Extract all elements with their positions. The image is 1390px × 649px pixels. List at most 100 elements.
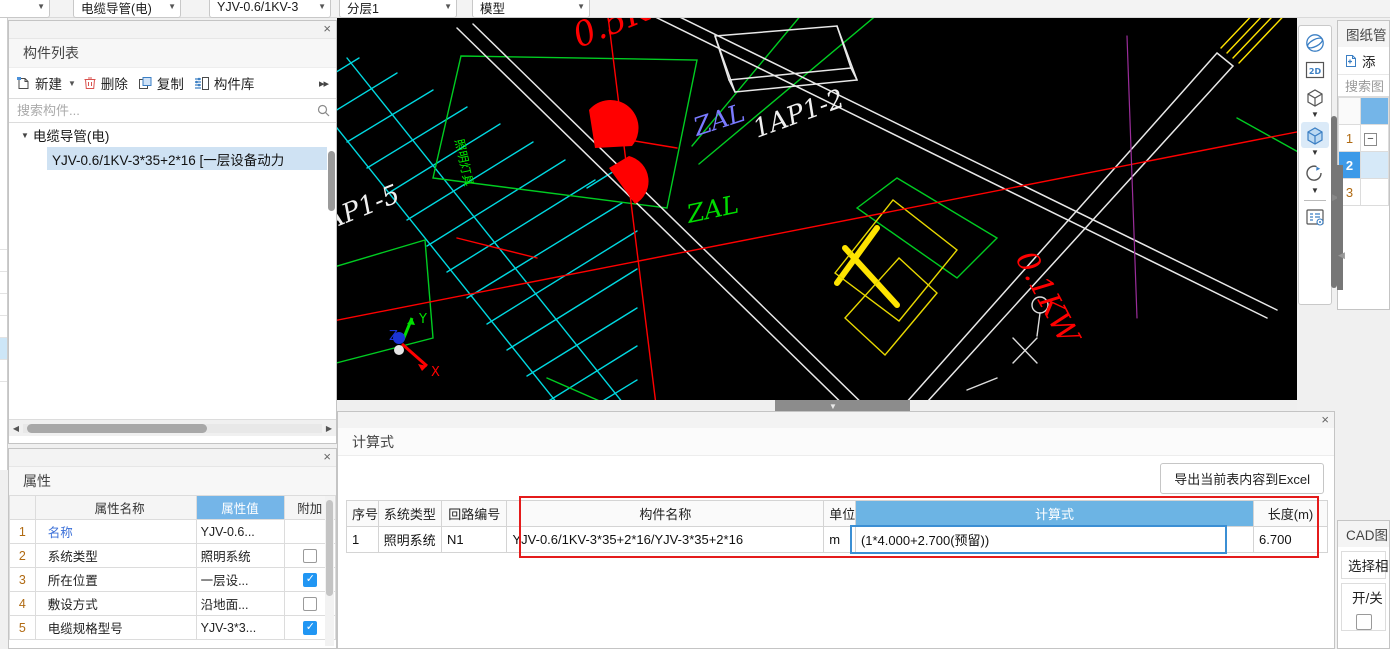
drawing-panel-scrollbar[interactable] bbox=[1337, 165, 1343, 290]
tree-group-cable-conduit[interactable]: ▼ 电缆导管(电) bbox=[9, 123, 336, 147]
row-prop-value[interactable]: 一层设... bbox=[195, 567, 285, 592]
cube-solid-icon bbox=[1307, 127, 1323, 145]
tree-vertical-scrollbar[interactable] bbox=[327, 123, 336, 419]
cube-wireframe-button[interactable] bbox=[1301, 84, 1329, 110]
table-row[interactable]: 3 所在位置 一层设... bbox=[9, 567, 336, 592]
calculation-formula-panel: × 计算式 导出当前表内容到Excel 序号 系统类型 回路编号 构件名称 单位… bbox=[337, 411, 1335, 649]
row-prop-value[interactable]: 沿地面... bbox=[195, 591, 285, 616]
clipped-row bbox=[0, 294, 7, 316]
copy-component-label: 复制 bbox=[156, 77, 184, 92]
table-row[interactable]: 2 系统类型 照明系统 bbox=[9, 543, 336, 568]
chevron-down-icon[interactable]: ▼ bbox=[37, 3, 45, 11]
row-prop-name: 电缆规格型号 bbox=[34, 615, 197, 640]
tree-item-selected[interactable]: YJV-0.6/1KV-3*35+2*16 [一层设备动力 bbox=[47, 147, 336, 170]
cad-select-label[interactable]: 选择相 bbox=[1342, 552, 1389, 578]
row-index: 3 bbox=[9, 567, 36, 592]
export-to-excel-button[interactable]: 导出当前表内容到Excel bbox=[1160, 462, 1324, 494]
cell-unit: m bbox=[823, 526, 856, 553]
delete-component-button[interactable]: 删除 bbox=[80, 71, 131, 95]
add-drawing-button[interactable]: 添 bbox=[1338, 47, 1389, 75]
dropdown-0[interactable]: ▼ bbox=[0, 0, 50, 18]
col-unit[interactable]: 单位 bbox=[823, 500, 856, 527]
chevron-down-icon[interactable]: ▼ bbox=[21, 131, 29, 140]
hscroll-track[interactable] bbox=[23, 423, 322, 433]
row-index: 2 bbox=[9, 543, 36, 568]
attach-checkbox[interactable] bbox=[302, 572, 317, 587]
row-prop-value[interactable]: YJV-3*3... bbox=[195, 615, 285, 640]
properties-vertical-scrollbar[interactable] bbox=[325, 496, 334, 646]
cell-circuit: N1 bbox=[441, 526, 508, 553]
tree-horizontal-scrollbar[interactable]: ◀ ▶ bbox=[9, 420, 336, 436]
row-prop-value[interactable]: 照明系统 bbox=[195, 543, 285, 568]
col-seq[interactable]: 序号 bbox=[346, 500, 379, 527]
chevron-down-icon[interactable]: ▼ bbox=[1311, 149, 1319, 159]
display-settings-button[interactable] bbox=[1301, 204, 1329, 230]
left-clipped-list bbox=[0, 18, 8, 470]
chevron-down-icon[interactable]: ▼ bbox=[577, 3, 585, 11]
drawing-panel-collapse-handle[interactable]: ◀ bbox=[1338, 250, 1345, 261]
row-prop-value[interactable]: YJV-0.6... bbox=[195, 519, 285, 544]
cell-formula[interactable]: (1*4.000+2.700(预留)) bbox=[854, 526, 1255, 553]
chevron-down-icon[interactable]: ▼ bbox=[1311, 187, 1319, 197]
cad-panel-title: CAD图 bbox=[1338, 521, 1389, 547]
cad-toggle-checkbox[interactable] bbox=[1356, 614, 1372, 630]
calc-panel-title: 计算式 bbox=[338, 428, 1334, 456]
orbit-3d-button[interactable] bbox=[1301, 30, 1329, 56]
attach-checkbox[interactable] bbox=[302, 620, 317, 635]
scroll-left-arrow-icon[interactable]: ◀ bbox=[9, 424, 23, 433]
cube-solid-button[interactable] bbox=[1301, 122, 1329, 148]
svg-text:Y: Y bbox=[418, 312, 427, 327]
dropdown-spec[interactable]: YJV-0.6/1KV-3 ▼ bbox=[209, 0, 331, 18]
table-row[interactable]: 3 bbox=[1338, 178, 1389, 206]
new-component-button[interactable]: 新建 bbox=[13, 71, 65, 95]
table-row[interactable]: 1 名称 YJV-0.6... bbox=[9, 519, 336, 544]
trash-icon bbox=[84, 77, 96, 89]
search-input[interactable] bbox=[17, 103, 317, 118]
row-cell bbox=[1360, 178, 1389, 206]
close-icon[interactable]: × bbox=[1321, 413, 1329, 427]
collapse-icon[interactable]: − bbox=[1364, 133, 1377, 146]
toolbar-overflow-button[interactable]: ▸▸ bbox=[319, 77, 332, 90]
chevron-down-icon[interactable]: ▼ bbox=[444, 3, 452, 11]
hscroll-thumb[interactable] bbox=[27, 423, 207, 433]
view-2d-button[interactable]: 2D bbox=[1301, 57, 1329, 83]
close-icon[interactable]: × bbox=[323, 22, 331, 36]
dropdown-layer[interactable]: 分层1 ▼ bbox=[339, 0, 457, 18]
component-library-button[interactable]: 构件库 bbox=[191, 71, 258, 95]
col-circuit[interactable]: 回路编号 bbox=[441, 500, 508, 527]
chevron-down-icon[interactable]: ▼ bbox=[68, 79, 76, 88]
attach-checkbox[interactable] bbox=[302, 548, 317, 563]
scrollbar-thumb[interactable] bbox=[326, 500, 333, 596]
col-length[interactable]: 长度(m) bbox=[1253, 500, 1328, 527]
chevron-down-icon[interactable]: ▼ bbox=[168, 3, 176, 11]
attach-checkbox[interactable] bbox=[302, 596, 317, 611]
close-icon[interactable]: × bbox=[323, 450, 331, 464]
search-icon[interactable] bbox=[317, 104, 330, 117]
scrollbar-thumb[interactable] bbox=[328, 151, 335, 211]
drawing-search-input[interactable]: 搜索图 bbox=[1338, 75, 1389, 97]
dropdown-mode[interactable]: 模型 ▼ bbox=[472, 0, 590, 18]
dropdown-component-type[interactable]: 电缆导管(电) ▼ bbox=[73, 0, 181, 18]
component-library-label: 构件库 bbox=[213, 77, 255, 92]
copy-component-button[interactable]: 复制 bbox=[135, 71, 187, 95]
col-system[interactable]: 系统类型 bbox=[377, 500, 443, 527]
chevron-down-icon[interactable]: ▼ bbox=[829, 402, 837, 411]
table-row[interactable]: 1 照明系统 N1 YJV-0.6/1KV-3*35+2*16/YJV-3*35… bbox=[346, 526, 1328, 553]
cad-3d-viewport[interactable]: 照明灯具 0.1KW 1AP1-2 AP1-5 ZAL ZAL X Y Z bbox=[337, 18, 1297, 413]
col-name[interactable]: 构件名称 bbox=[506, 500, 825, 527]
rotate-view-button[interactable] bbox=[1301, 160, 1329, 186]
chevron-down-icon[interactable]: ▼ bbox=[1311, 111, 1319, 121]
table-row[interactable]: 1 − bbox=[1338, 124, 1389, 152]
table-row[interactable]: 4 敷设方式 沿地面... bbox=[9, 591, 336, 616]
chevron-down-icon[interactable]: ▼ bbox=[318, 3, 326, 11]
properties-panel-title: 属性 bbox=[9, 467, 336, 495]
properties-header-row: 属性名称 属性值 附加 bbox=[9, 495, 336, 520]
table-row[interactable]: 5 电缆规格型号 YJV-3*3... bbox=[9, 615, 336, 640]
table-row-selected[interactable]: 2 bbox=[1338, 151, 1389, 179]
col-formula[interactable]: 计算式 bbox=[854, 500, 1255, 527]
scroll-right-arrow-icon[interactable]: ▶ bbox=[322, 424, 336, 433]
properties-panel-titlebar: × bbox=[9, 449, 336, 467]
row-index: 5 bbox=[9, 615, 36, 640]
row-cell: − bbox=[1360, 124, 1389, 152]
list-view-icon bbox=[1306, 209, 1324, 226]
